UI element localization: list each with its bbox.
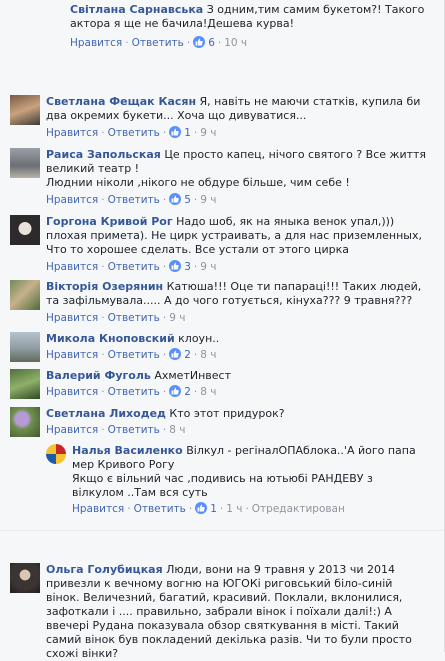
comment: Светлана Фещак Касян Я, навіть не маючи … (0, 92, 438, 142)
comment-text: АхметИнвест (150, 369, 231, 382)
like-reaction-icon[interactable] (169, 260, 182, 272)
reply-button[interactable]: Ответить (108, 386, 160, 398)
comment-actions: Нравится · Ответить · 6 · 10 ч (70, 36, 248, 49)
comment-actions: Нравится · Ответить · 9 ч (46, 312, 186, 324)
reply-comment: Налья Василенко Вілкул - регіналОПАблока… (0, 442, 438, 518)
comment: Світлана Сарнавська З одним,тим самим бу… (0, 0, 438, 54)
like-count[interactable]: 6 (208, 37, 215, 49)
reply-button[interactable]: Ответить (134, 503, 186, 515)
like-button[interactable]: Нравится (46, 312, 98, 324)
comment: Раиса Запольская Це просто капец, нічого… (0, 145, 438, 209)
comment-author[interactable]: Налья Василенко (72, 444, 183, 457)
avatar[interactable] (10, 407, 40, 437)
comment: Валерий Фуголь АхметИнвест Нравится · Отве… (0, 367, 438, 403)
like-count[interactable]: 5 (184, 194, 191, 206)
comment-author[interactable]: Світлана Сарнавська (70, 3, 203, 16)
avatar[interactable] (10, 148, 40, 178)
comment-author[interactable]: Светлана Фещак Касян (46, 95, 196, 108)
timestamp[interactable]: 8 ч (200, 349, 216, 361)
comment: Светлана Лиходед Кто этот придурок? Нрав… (0, 405, 438, 441)
timestamp[interactable]: 8 ч (200, 386, 216, 398)
reply-button[interactable]: Ответить (108, 349, 160, 361)
edited-label[interactable]: Отредактирован (252, 503, 345, 515)
timestamp[interactable]: 9 ч (169, 312, 185, 324)
comment: Микола Кноповский клоун.. Нравится · Ответ… (0, 330, 438, 366)
avatar[interactable] (10, 95, 40, 125)
like-button[interactable]: Нравится (72, 503, 124, 515)
reply-button[interactable]: Ответить (108, 194, 160, 206)
like-button[interactable]: Нравится (46, 194, 98, 206)
like-count[interactable]: 1 (184, 127, 191, 139)
comment-author[interactable]: Ольга Голубицкая (46, 563, 163, 576)
comments-panel: { "ui": {"like": "Нравится", "reply": "О… (0, 0, 445, 660)
comment-author[interactable]: Раиса Запольская (46, 148, 161, 161)
like-reaction-icon[interactable] (193, 36, 206, 48)
comment-text-line2: Люднии ніколи ,нікого не обдуре більше, … (46, 176, 350, 189)
avatar[interactable] (10, 563, 40, 593)
reply-button[interactable]: Ответить (108, 312, 160, 324)
like-button[interactable]: Нравится (70, 37, 122, 49)
like-reaction-icon[interactable] (169, 385, 182, 397)
reply-button[interactable]: Ответить (132, 37, 184, 49)
like-button[interactable]: Нравится (46, 127, 98, 139)
comment-author[interactable]: Валерий Фуголь (46, 369, 151, 382)
comment-actions: Нравится · Ответить · 2 · 8 ч (46, 385, 217, 398)
avatar[interactable] (10, 280, 40, 310)
like-count[interactable]: 2 (184, 386, 191, 398)
comment-actions: Нравится · Ответить · 2 · 8 ч (46, 348, 217, 361)
like-reaction-icon[interactable] (169, 193, 182, 205)
reply-button[interactable]: Ответить (108, 127, 160, 139)
comment-text-line2: Якщо є вільний час ,подивись на ютьюбі Р… (72, 472, 373, 499)
comment-author[interactable]: Микола Кноповский (46, 332, 175, 345)
like-reaction-icon[interactable] (169, 126, 182, 138)
comment-author[interactable]: Вікторія Озерянин (46, 280, 163, 293)
comment: Вікторія Озерянин Катюша!!! Оце ти папар… (0, 277, 438, 327)
comment-author[interactable]: Светлана Лиходед (46, 407, 166, 420)
timestamp[interactable]: 9 ч (200, 194, 216, 206)
like-reaction-icon[interactable] (169, 348, 182, 360)
like-reaction-icon[interactable] (195, 502, 208, 514)
like-count[interactable]: 3 (184, 261, 191, 273)
timestamp[interactable]: 9 ч (200, 127, 216, 139)
comment: Ольга Голубицкая Люди, вони на 9 травня … (0, 560, 438, 660)
like-button[interactable]: Нравится (46, 386, 98, 398)
like-button[interactable]: Нравится (46, 424, 98, 436)
divider (0, 530, 444, 531)
comment-author[interactable]: Горгона Кривой Рог (46, 215, 173, 228)
comment-text: клоун.. (174, 332, 220, 345)
reply-button[interactable]: Ответить (108, 261, 160, 273)
comment: Горгона Кривой Рог Надо шоб, як на яныка… (0, 212, 438, 274)
avatar[interactable] (10, 369, 40, 399)
like-count[interactable]: 1 (210, 503, 217, 515)
comment-actions: Нравится · Ответить · 8 ч (46, 424, 186, 436)
timestamp[interactable]: 9 ч (200, 261, 216, 273)
timestamp[interactable]: 1 ч (226, 503, 242, 515)
avatar[interactable] (10, 332, 40, 362)
like-count[interactable]: 2 (184, 349, 191, 361)
comment-actions: Нравится · Ответить · 1 · 1 ч · Отредактирован (72, 502, 345, 515)
timestamp[interactable]: 10 ч (224, 37, 247, 49)
comment-actions: Нравится · Ответить · 3 · 9 ч (46, 260, 217, 273)
avatar[interactable] (10, 215, 40, 245)
comment-actions: Нравится · Ответить · 1 · 9 ч (46, 126, 217, 139)
comment-text: Кто этот придурок? (165, 407, 285, 420)
comment-text: Люди, вони на 9 травня у 2013 чи 2014 пр… (46, 563, 412, 660)
timestamp[interactable]: 8 ч (169, 424, 185, 436)
reply-button[interactable]: Ответить (108, 424, 160, 436)
avatar[interactable] (46, 444, 66, 464)
like-button[interactable]: Нравится (46, 349, 98, 361)
comment-actions: Нравится · Ответить · 5 · 9 ч (46, 193, 217, 206)
like-button[interactable]: Нравится (46, 261, 98, 273)
